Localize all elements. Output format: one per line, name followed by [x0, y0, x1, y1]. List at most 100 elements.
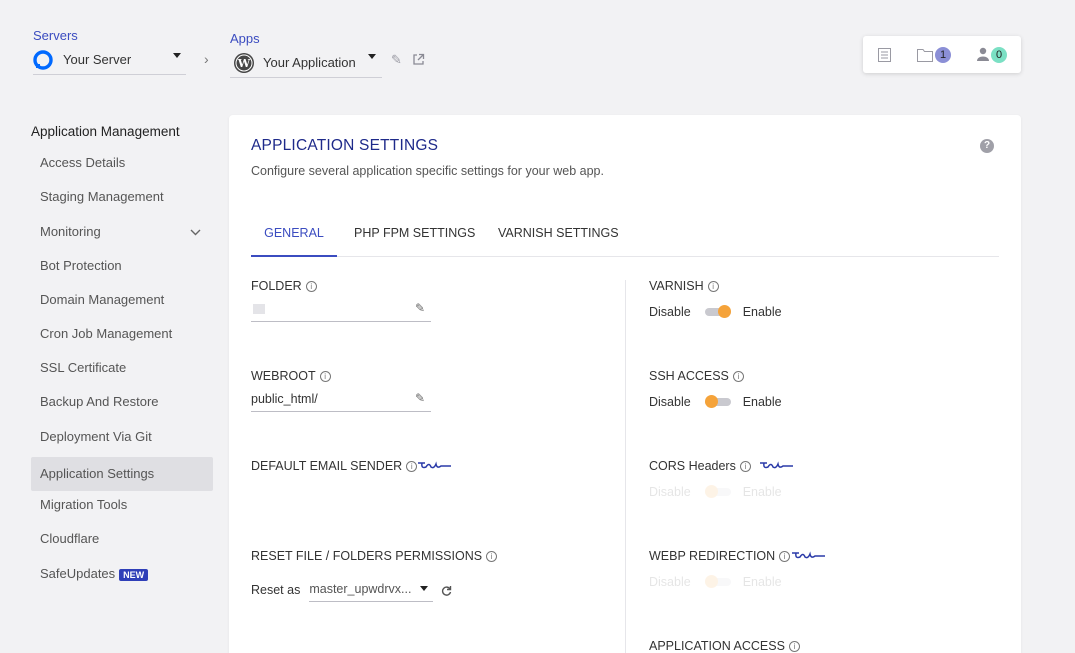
toggle-knob — [704, 575, 718, 588]
webroot-field[interactable]: public_html/ ✎ — [251, 388, 431, 412]
digitalocean-icon — [33, 49, 53, 70]
sidebar-item-staging-management[interactable]: Staging Management — [31, 180, 213, 214]
ssh-toggle-row: Disable Enable — [649, 395, 782, 409]
webroot-label: WEBROOT i — [251, 369, 331, 383]
list-icon[interactable] — [878, 48, 891, 62]
pencil-icon[interactable]: ✎ — [415, 301, 425, 315]
info-icon: i — [305, 281, 317, 292]
sidebar-item-application-settings[interactable]: Application Settings — [31, 457, 213, 491]
toggle-knob — [704, 485, 718, 498]
folder-label: FOLDER i — [251, 279, 317, 293]
sidebar-item-backup-and-restore[interactable]: Backup And Restore — [31, 385, 213, 419]
help-icon[interactable]: ? — [980, 139, 994, 153]
redacted-value — [253, 304, 265, 314]
enable-label: Enable — [742, 485, 782, 499]
info-icon: i — [319, 371, 331, 382]
ssh-toggle[interactable] — [704, 395, 731, 408]
tab-php-fpm-settings[interactable]: PHP FPM SETTINGS — [354, 226, 475, 257]
email-sender-label-text: DEFAULT EMAIL SENDER — [251, 459, 403, 473]
reset-row: Reset as master_upwdrvx... — [251, 578, 452, 602]
wordpress-icon: W — [234, 52, 254, 73]
folder-field[interactable]: ✎ — [251, 298, 431, 322]
apps-crumb: Apps — [230, 31, 260, 46]
sidebar-item-safeupdates[interactable]: SafeUpdates NEW — [31, 557, 213, 591]
varnish-label-text: VARNISH — [649, 279, 704, 293]
ssh-label-text: SSH ACCESS — [649, 369, 729, 383]
server-select[interactable]: Your Server — [33, 45, 186, 75]
cors-headers-label: CORS Headers i — [649, 459, 751, 473]
info-icon: i — [779, 551, 791, 562]
sidebar-item-cron-job-management[interactable]: Cron Job Management — [31, 317, 213, 351]
settings-tabs: GENERAL PHP FPM SETTINGS VARNISH SETTING… — [251, 219, 999, 257]
webp-label-text: WEBP REDIRECTION — [649, 549, 776, 563]
page-title: APPLICATION SETTINGS — [251, 137, 439, 154]
sidebar-item-access-details[interactable]: Access Details — [31, 146, 213, 180]
reset-user-value: master_upwdrvx... — [309, 582, 412, 596]
external-link-icon[interactable] — [412, 53, 425, 66]
folder-icon[interactable] — [917, 48, 933, 62]
webroot-value: public_html/ — [251, 392, 318, 406]
app-access-label-text: APPLICATION ACCESS — [649, 639, 785, 653]
cors-toggle-row: Disable Enable — [649, 485, 782, 499]
toggle-knob — [704, 395, 718, 408]
sidebar-item-label: SafeUpdates — [40, 566, 116, 581]
chevron-right-icon: › — [204, 51, 209, 67]
page-subtitle: Configure several application specific s… — [251, 164, 604, 178]
info-icon: i — [707, 281, 719, 292]
enable-label: Enable — [742, 395, 782, 409]
disable-label: Disable — [649, 485, 691, 499]
beta-signature-icon — [418, 461, 451, 469]
default-email-sender-label: DEFAULT EMAIL SENDER i — [251, 459, 418, 473]
chevron-down-icon — [420, 586, 429, 591]
sidebar-item-label: Monitoring — [40, 224, 101, 239]
reset-label-text: RESET FILE / FOLDERS PERMISSIONS — [251, 549, 483, 563]
folder-label-text: FOLDER — [251, 279, 302, 293]
server-name: Your Server — [63, 52, 132, 67]
webp-toggle-row: Disable Enable — [649, 575, 782, 589]
reset-as-label: Reset as — [251, 583, 301, 597]
pencil-icon[interactable]: ✎ — [391, 52, 402, 68]
cors-toggle[interactable] — [704, 485, 731, 498]
servers-crumb: Servers — [33, 28, 78, 43]
disable-label: Disable — [649, 575, 691, 589]
reset-permissions-label: RESET FILE / FOLDERS PERMISSIONS i — [251, 549, 498, 563]
application-access-label: APPLICATION ACCESS i — [649, 639, 800, 653]
webp-toggle[interactable] — [704, 575, 731, 588]
refresh-icon[interactable] — [441, 585, 452, 596]
chevron-down-icon — [190, 229, 201, 236]
tab-general[interactable]: GENERAL — [251, 226, 337, 257]
sidebar-item-migration-tools[interactable]: Migration Tools — [31, 488, 213, 522]
sidebar-item-monitoring[interactable]: Monitoring — [31, 215, 213, 249]
sidebar-item-cloudflare[interactable]: Cloudflare — [31, 522, 213, 556]
varnish-toggle[interactable] — [704, 305, 731, 318]
beta-signature-icon — [760, 461, 793, 469]
sidebar-item-ssl-certificate[interactable]: SSL Certificate — [31, 351, 213, 385]
ssh-access-label: SSH ACCESS i — [649, 369, 744, 383]
sidebar-item-deployment-via-git[interactable]: Deployment Via Git — [31, 420, 213, 454]
tab-varnish-settings[interactable]: VARNISH SETTINGS — [498, 226, 619, 257]
servers-label: Servers — [33, 28, 78, 43]
varnish-toggle-row: Disable Enable — [649, 305, 782, 319]
sidebar-item-domain-management[interactable]: Domain Management — [31, 283, 213, 317]
info-icon: i — [406, 461, 418, 472]
cors-label-text: CORS Headers — [649, 459, 736, 473]
pencil-icon[interactable]: ✎ — [415, 391, 425, 405]
enable-label: Enable — [742, 575, 782, 589]
disable-label: Disable — [649, 305, 691, 319]
app-select[interactable]: W Your Application — [230, 48, 382, 78]
enable-label: Enable — [742, 305, 782, 319]
info-icon: i — [739, 461, 751, 472]
reset-user-select[interactable]: master_upwdrvx... — [309, 578, 434, 602]
sidebar-item-bot-protection[interactable]: Bot Protection — [31, 249, 213, 283]
chevron-down-icon — [173, 53, 181, 58]
user-icon[interactable] — [977, 47, 989, 61]
new-badge: NEW — [119, 568, 149, 581]
svg-text:W: W — [237, 57, 251, 70]
webroot-label-text: WEBROOT — [251, 369, 316, 383]
column-divider — [625, 280, 626, 653]
users-count-badge: 0 — [991, 47, 1007, 63]
info-icon: i — [732, 371, 744, 382]
apps-label: Apps — [230, 31, 260, 46]
top-bar: Servers Your Server › Apps W Your Applic… — [0, 0, 1075, 100]
application-settings-panel: APPLICATION SETTINGS Configure several a… — [229, 115, 1021, 653]
